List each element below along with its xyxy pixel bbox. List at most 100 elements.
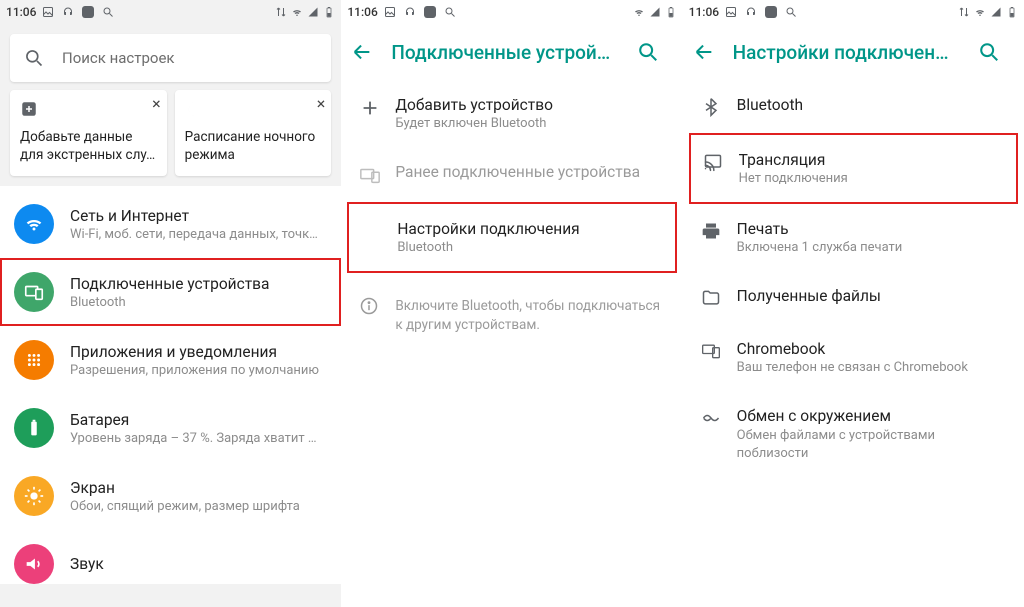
search-icon	[24, 48, 44, 68]
cast-row[interactable]: Трансляция Нет подключения	[689, 133, 1018, 204]
data-icon	[275, 6, 287, 18]
row-title: Ранее подключенные устройства	[395, 163, 666, 181]
devices-icon	[359, 164, 395, 186]
item-title: Батарея	[70, 411, 327, 429]
data-icon	[958, 6, 970, 18]
settings-item-network[interactable]: Сеть и Интернет Wi-Fi, моб. сети, передач…	[0, 190, 341, 258]
connection-preferences-row[interactable]: Настройки подключения Bluetooth	[347, 202, 676, 273]
battery-icon	[323, 6, 335, 18]
battery-icon	[665, 6, 677, 18]
status-bar: 11:06	[683, 0, 1024, 24]
app-icon	[765, 6, 777, 18]
headset-icon	[62, 6, 74, 18]
settings-item-display[interactable]: ЭкранОбои, спящий режим, размер шрифта	[0, 462, 341, 530]
app-bar: Настройки подключен…	[683, 24, 1024, 80]
signal-icon	[307, 6, 319, 18]
row-title: Bluetooth	[737, 96, 1008, 114]
row-subtitle: Нет подключения	[739, 171, 1000, 186]
item-subtitle: Разрешения, приложения по умолчанию	[70, 363, 327, 378]
image-icon	[42, 6, 54, 18]
close-icon[interactable]: ×	[317, 96, 326, 112]
info-icon	[359, 296, 395, 316]
search-button[interactable]	[978, 41, 1014, 63]
info-text: Включите Bluetooth, чтобы подключаться к…	[395, 297, 666, 335]
wifi-icon	[291, 6, 303, 18]
battery-icon	[1006, 6, 1018, 18]
print-row[interactable]: Печать Включена 1 служба печати	[683, 204, 1024, 271]
row-subtitle: Будет включен Bluetooth	[395, 116, 666, 131]
nearby-share-row[interactable]: Обмен с окружениемОбмен файлами с устрой…	[683, 391, 1024, 478]
bluetooth-row[interactable]: Bluetooth	[683, 80, 1024, 133]
row-title: Печать	[737, 220, 1008, 238]
settings-item-sound[interactable]: Звук	[0, 530, 341, 584]
row-title: Настройки подключения	[397, 220, 658, 238]
back-button[interactable]	[351, 41, 387, 63]
row-subtitle: Bluetooth	[397, 240, 658, 255]
item-title: Звук	[70, 555, 327, 573]
image-icon	[384, 6, 396, 18]
phone-connection-preferences: 11:06 Настройки подключен…	[683, 0, 1024, 607]
wifi-icon	[974, 6, 986, 18]
card-title: Расписание ночного режима	[185, 128, 322, 164]
status-bar: 11:06	[0, 0, 341, 24]
nearby-share-icon	[701, 408, 737, 428]
headset-icon	[404, 6, 416, 18]
back-button[interactable]	[693, 41, 729, 63]
phone-settings-main: 11:06	[0, 0, 341, 607]
app-icon	[82, 6, 94, 18]
battery-circle-icon	[14, 408, 54, 448]
row-subtitle: Включена 1 служба печати	[737, 240, 1008, 255]
row-title: Добавить устройство	[395, 96, 666, 114]
status-bar: 11:06	[341, 0, 682, 24]
close-icon[interactable]: ×	[152, 96, 161, 112]
printer-icon	[701, 221, 737, 241]
plus-box-icon	[20, 100, 157, 118]
devices-circle-icon	[14, 272, 54, 312]
night-mode-card[interactable]: × Расписание ночного режима	[175, 90, 332, 176]
search-bar[interactable]: Поиск настроек	[10, 34, 331, 82]
page-title: Настройки подключен…	[729, 41, 978, 64]
status-clock: 11:06	[6, 5, 36, 19]
item-subtitle: Bluetooth	[70, 295, 327, 310]
row-title: Обмен с окружением	[737, 407, 1008, 425]
brightness-circle-icon	[14, 476, 54, 516]
signal-icon	[990, 6, 1002, 18]
folder-icon	[701, 288, 737, 308]
search-placeholder: Поиск настроек	[62, 49, 175, 67]
search-icon	[444, 6, 456, 18]
cast-icon	[703, 152, 739, 172]
previously-connected-row: Ранее подключенные устройства	[341, 147, 682, 202]
plus-icon	[359, 97, 395, 119]
phone-connected-devices: 11:06 Подключенные устрой…	[341, 0, 682, 607]
card-title: Добавьте данные для экстренных слу…	[20, 128, 157, 164]
bluetooth-icon	[701, 97, 737, 117]
settings-item-battery[interactable]: БатареяУровень заряда – 37 %. Заряда хва…	[0, 394, 341, 462]
received-files-row[interactable]: Полученные файлы	[683, 271, 1024, 324]
item-subtitle: Обои, спящий режим, размер шрифта	[70, 499, 327, 514]
image-icon	[725, 6, 737, 18]
app-bar: Подключенные устрой…	[341, 24, 682, 80]
row-title: Полученные файлы	[737, 287, 1008, 305]
sound-circle-icon	[14, 544, 54, 584]
status-clock: 11:06	[689, 5, 719, 19]
bluetooth-info: Включите Bluetooth, чтобы подключаться к…	[341, 273, 682, 351]
app-icon	[424, 6, 436, 18]
search-icon	[785, 6, 797, 18]
settings-item-apps[interactable]: Приложения и уведомления Разрешения, прил…	[0, 326, 341, 394]
headset-icon	[745, 6, 757, 18]
add-device-row[interactable]: Добавить устройство Будет включен Bluetoo…	[341, 80, 682, 147]
item-subtitle: Wi-Fi, моб. сети, передача данных, точк…	[70, 227, 327, 242]
search-button[interactable]	[637, 41, 673, 63]
status-clock: 11:06	[347, 5, 377, 19]
item-title: Сеть и Интернет	[70, 207, 327, 225]
emergency-info-card[interactable]: × Добавьте данные для экстренных слу…	[10, 90, 167, 176]
apps-circle-icon	[14, 340, 54, 380]
row-subtitle: Ваш телефон не связан с Chromebook	[737, 360, 1008, 375]
item-title: Приложения и уведомления	[70, 343, 327, 361]
settings-item-connected-devices[interactable]: Подключенные устройства Bluetooth	[0, 258, 341, 326]
chromebook-row[interactable]: Chromebook Ваш телефон не связан с Chrome…	[683, 324, 1024, 391]
row-title: Chromebook	[737, 340, 1008, 358]
signal-icon	[649, 6, 661, 18]
item-title: Подключенные устройства	[70, 275, 327, 293]
row-title: Трансляция	[739, 151, 1000, 169]
